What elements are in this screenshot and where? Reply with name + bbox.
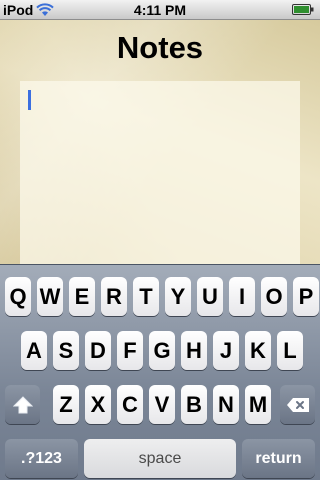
numbers-key[interactable]: .?123 (5, 439, 78, 478)
key-j[interactable]: J (213, 331, 239, 370)
key-l[interactable]: L (277, 331, 303, 370)
key-z[interactable]: Z (53, 385, 79, 424)
return-key[interactable]: return (242, 439, 315, 478)
note-text-area[interactable] (20, 81, 300, 264)
key-s[interactable]: S (53, 331, 79, 370)
battery-icon (292, 4, 314, 15)
key-q[interactable]: Q (5, 277, 31, 316)
key-w[interactable]: W (37, 277, 63, 316)
key-n[interactable]: N (213, 385, 239, 424)
keyboard: Q W E R T Y U I O P A S D F G H J K L Z … (0, 264, 320, 480)
backspace-icon (286, 397, 310, 413)
key-i[interactable]: I (229, 277, 255, 316)
key-b[interactable]: B (181, 385, 207, 424)
key-u[interactable]: U (197, 277, 223, 316)
key-a[interactable]: A (21, 331, 47, 370)
key-h[interactable]: H (181, 331, 207, 370)
key-c[interactable]: C (117, 385, 143, 424)
key-k[interactable]: K (245, 331, 271, 370)
key-g[interactable]: G (149, 331, 175, 370)
key-r[interactable]: R (101, 277, 127, 316)
text-cursor (28, 90, 31, 110)
key-e[interactable]: E (69, 277, 95, 316)
shift-key[interactable] (5, 385, 40, 424)
key-d[interactable]: D (85, 331, 111, 370)
status-time: 4:11 PM (133, 2, 187, 18)
status-bar: iPod 4:11 PM (0, 0, 320, 20)
key-v[interactable]: V (149, 385, 175, 424)
key-y[interactable]: Y (165, 277, 191, 316)
key-p[interactable]: P (293, 277, 319, 316)
key-m[interactable]: M (245, 385, 271, 424)
key-f[interactable]: F (117, 331, 143, 370)
key-x[interactable]: X (85, 385, 111, 424)
shift-icon (12, 395, 33, 414)
notes-background: Notes (0, 20, 320, 264)
key-t[interactable]: T (133, 277, 159, 316)
key-o[interactable]: O (261, 277, 287, 316)
space-key[interactable]: space (84, 439, 236, 478)
page-title: Notes (116, 30, 204, 65)
backspace-key[interactable] (280, 385, 315, 424)
